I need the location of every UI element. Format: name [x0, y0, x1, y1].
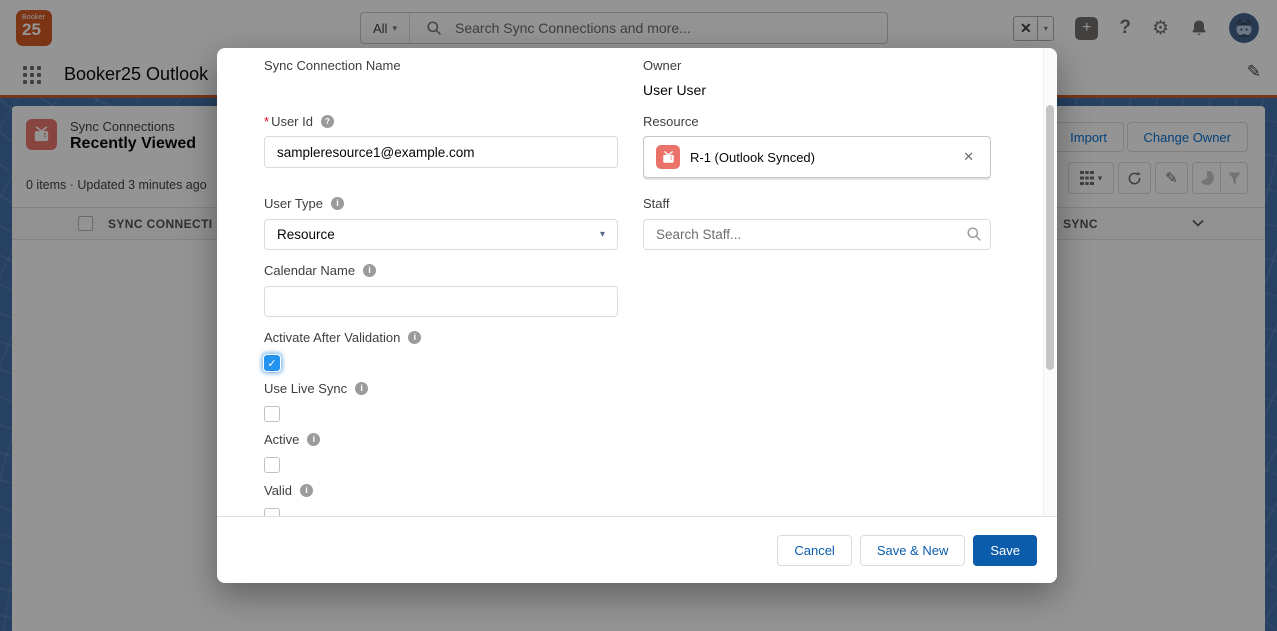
staff-label: Staff: [643, 196, 670, 211]
modal-form: Sync Connection Name Owner User User Use…: [217, 48, 1057, 516]
user-type-label: User Type: [264, 196, 323, 211]
info-icon: i: [355, 382, 368, 395]
calendar-name-label: Calendar Name: [264, 263, 355, 278]
resource-pill-value: R-1 (Outlook Synced): [690, 150, 949, 165]
info-icon: i: [300, 484, 313, 497]
field-activate-after-validation: Activate After Validation i ✓: [264, 330, 618, 371]
active-label: Active: [264, 432, 299, 447]
salesforce-screen: Booker 25 All ▾ ✕ ▾ + ? ⚙: [0, 0, 1277, 631]
chevron-down-icon: ▾: [600, 229, 605, 240]
field-user-type: User Type i Resource ▾: [264, 196, 618, 250]
owner-value: User User: [643, 82, 991, 98]
remove-resource-icon[interactable]: ✕: [959, 147, 978, 167]
user-id-label: User Id: [264, 114, 313, 129]
info-icon: ?: [321, 115, 334, 128]
field-calendar-name: Calendar Name i: [264, 263, 618, 317]
owner-label: Owner: [643, 58, 681, 73]
user-id-input[interactable]: [264, 136, 618, 168]
resource-record-icon: [656, 145, 680, 169]
field-staff: Staff: [643, 196, 991, 250]
field-resource: Resource R-1 (Outlook Synced) ✕: [643, 114, 991, 178]
resource-label: Resource: [643, 114, 699, 129]
modal-footer: Cancel Save & New Save: [217, 516, 1057, 583]
info-icon: i: [363, 264, 376, 277]
sync-connection-name-label: Sync Connection Name: [264, 58, 401, 73]
cancel-button[interactable]: Cancel: [777, 535, 851, 566]
staff-search-input[interactable]: [643, 219, 991, 250]
modal-scrollbar-thumb[interactable]: [1046, 105, 1054, 370]
field-user-id: User Id ?: [264, 114, 618, 168]
user-type-value: Resource: [277, 227, 335, 242]
resource-lookup[interactable]: R-1 (Outlook Synced) ✕: [643, 136, 991, 178]
new-sync-connection-modal: Sync Connection Name Owner User User Use…: [217, 48, 1057, 583]
activate-after-validation-label: Activate After Validation: [264, 330, 400, 345]
save-and-new-button[interactable]: Save & New: [860, 535, 966, 566]
info-icon: i: [408, 331, 421, 344]
field-owner: Owner User User: [643, 58, 991, 98]
field-use-live-sync: Use Live Sync i: [264, 381, 618, 422]
check-icon: ✓: [267, 357, 276, 370]
info-icon: i: [307, 433, 320, 446]
use-live-sync-label: Use Live Sync: [264, 381, 347, 396]
user-type-select[interactable]: Resource ▾: [264, 219, 618, 250]
save-button[interactable]: Save: [973, 535, 1037, 566]
valid-checkbox[interactable]: [264, 508, 280, 516]
active-checkbox[interactable]: [264, 457, 280, 473]
calendar-name-input[interactable]: [264, 286, 618, 317]
use-live-sync-checkbox[interactable]: [264, 406, 280, 422]
activate-after-validation-checkbox[interactable]: ✓: [264, 355, 280, 371]
field-active: Active i: [264, 432, 618, 473]
info-icon: i: [331, 197, 344, 210]
modal-scrollbar-track[interactable]: [1043, 48, 1057, 516]
field-valid: Valid i: [264, 483, 618, 516]
field-sync-connection-name: Sync Connection Name: [264, 58, 618, 73]
valid-label: Valid: [264, 483, 292, 498]
search-icon: [967, 227, 981, 241]
